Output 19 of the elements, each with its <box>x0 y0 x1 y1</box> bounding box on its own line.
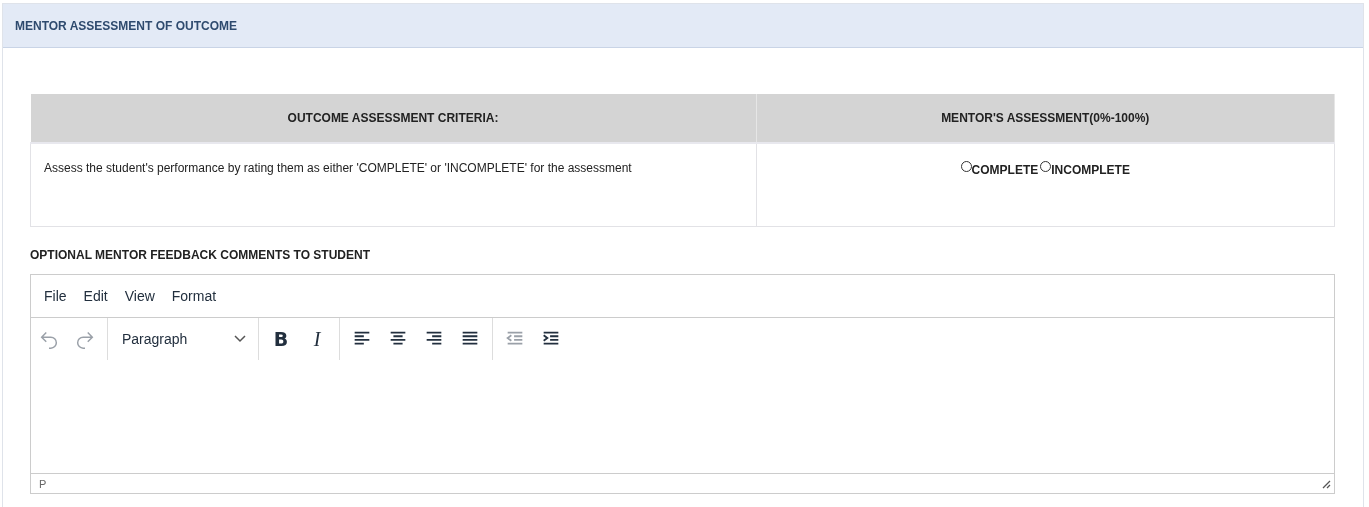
radio-label: COMPLETE <box>971 163 1039 177</box>
menu-item[interactable]: File <box>44 288 67 304</box>
resize-handle-icon[interactable] <box>1321 478 1331 489</box>
italic-button[interactable]: I <box>300 322 334 356</box>
column-header: MENTOR'S ASSESSMENT(0%-100%) <box>756 94 1335 143</box>
menu-item[interactable]: Format <box>171 288 217 304</box>
caret-icon <box>234 335 246 343</box>
panel-title: MENTOR ASSESSMENT OF OUTCOME <box>15 18 237 33</box>
bold-button[interactable]: B <box>264 322 298 356</box>
element-path: P <box>39 477 47 490</box>
menu-item[interactable]: Edit <box>83 288 108 304</box>
bold-icon: B <box>273 328 289 350</box>
block-format-dropdown[interactable]: Paragraph <box>112 322 254 356</box>
column-header: OUTCOME ASSESSMENT CRITERIA: <box>30 94 756 143</box>
italic-icon: I <box>313 327 321 351</box>
criteria-text: Assess the student's performance by rating them as either 'COMPLETE' or 'INCOMPLETE' for the assessment <box>44 161 632 175</box>
radio-label: INCOMPLETE <box>1051 163 1130 177</box>
menu-item[interactable]: View <box>124 288 155 304</box>
feedback-label: OPTIONAL MENTOR FEEDBACK COMMENTS TO STUDENT <box>30 248 371 262</box>
